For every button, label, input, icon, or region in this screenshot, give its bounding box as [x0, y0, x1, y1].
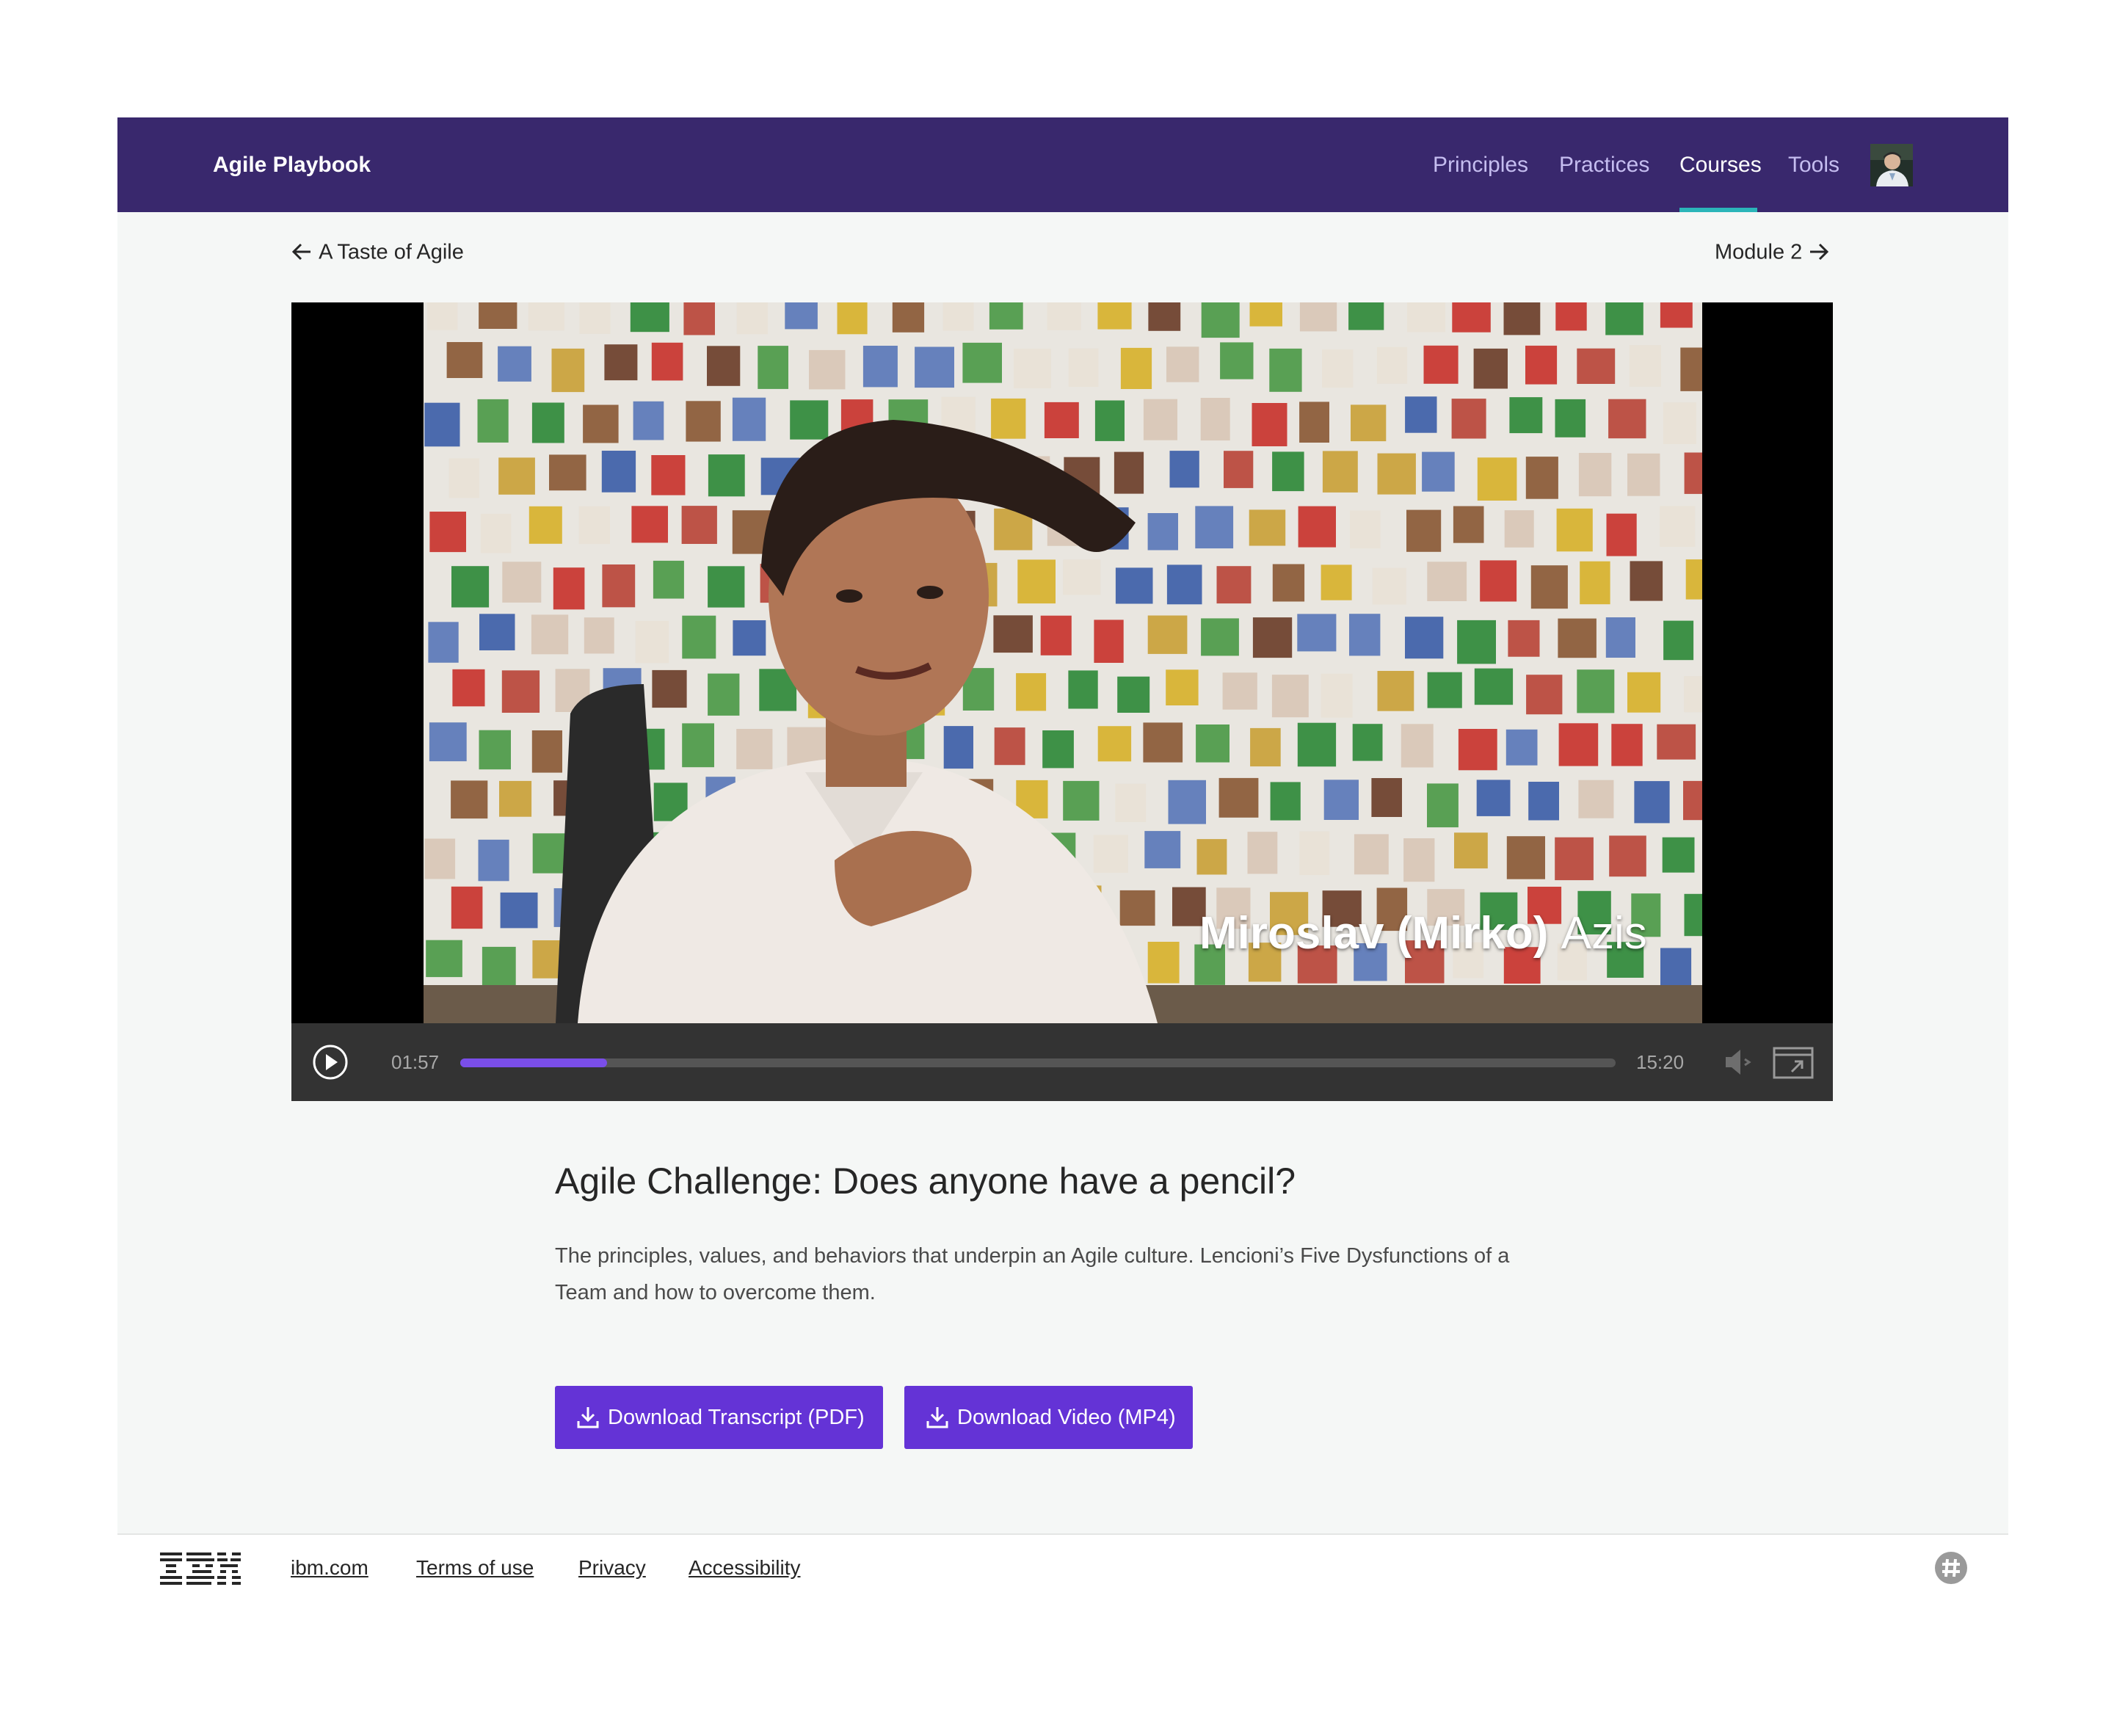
nav-tools[interactable]: Tools [1788, 117, 1839, 212]
current-time: 01:57 [391, 1051, 440, 1073]
next-module-link[interactable]: Module 2 [1715, 235, 1830, 267]
next-module-label: Module 2 [1715, 240, 1803, 264]
download-icon [926, 1407, 948, 1428]
download-transcript-label: Download Transcript (PDF) [608, 1406, 865, 1429]
nav-courses[interactable]: Courses [1679, 117, 1762, 212]
nav-principles[interactable]: Principles [1433, 117, 1528, 212]
caption-name: Miroslav (Mirko) [1199, 908, 1549, 959]
progress-fill [460, 1058, 607, 1067]
top-navigation: Agile Playbook Principles Practices Cour… [117, 117, 2008, 212]
download-transcript-button[interactable]: Download Transcript (PDF) [555, 1386, 883, 1449]
duration: 15:20 [1636, 1051, 1685, 1073]
ibm-logo[interactable] [160, 1552, 241, 1585]
video-player[interactable]: Miroslav (Mirko) Azis 01:57 15:20 [291, 302, 1833, 1101]
previous-module-link[interactable]: A Taste of Agile [291, 235, 464, 267]
footer-link-ibm[interactable]: ibm.com [291, 1535, 368, 1601]
video-description: The principles, values, and behaviors th… [555, 1244, 1510, 1304]
avatar-image [1870, 144, 1913, 186]
download-icon [577, 1407, 599, 1428]
play-icon[interactable] [312, 1044, 349, 1081]
footer-link-accessibility[interactable]: Accessibility [689, 1535, 800, 1601]
page-frame: Agile Playbook Principles Practices Cour… [117, 117, 2008, 1601]
user-avatar[interactable] [1870, 144, 1913, 186]
footer: ibm.com Terms of use Privacy Accessibili… [117, 1533, 2008, 1601]
video-title: Agile Challenge: Does anyone have a penc… [555, 1161, 1296, 1202]
footer-link-terms[interactable]: Terms of use [416, 1535, 534, 1601]
arrow-right-icon [1810, 244, 1829, 261]
progress-track[interactable] [460, 1058, 1616, 1067]
previous-module-label: A Taste of Agile [319, 240, 464, 264]
video-caption: Miroslav (Mirko) Azis [1199, 907, 1647, 959]
arrow-left-icon [291, 244, 310, 261]
caption-surname: Azis [1561, 908, 1647, 959]
video-controls: 01:57 15:20 [291, 1023, 1833, 1101]
brand-title[interactable]: Agile Playbook [213, 117, 371, 212]
download-video-button[interactable]: Download Video (MP4) [904, 1386, 1193, 1449]
active-nav-indicator [1679, 208, 1757, 212]
slack-icon[interactable] [1934, 1551, 1968, 1585]
nav-practices[interactable]: Practices [1559, 117, 1649, 212]
video-frame[interactable]: Miroslav (Mirko) Azis [424, 302, 1702, 1023]
fullscreen-icon[interactable] [1773, 1047, 1814, 1079]
footer-link-privacy[interactable]: Privacy [578, 1535, 646, 1601]
volume-muted-icon[interactable] [1723, 1047, 1754, 1078]
download-video-label: Download Video (MP4) [957, 1406, 1176, 1429]
